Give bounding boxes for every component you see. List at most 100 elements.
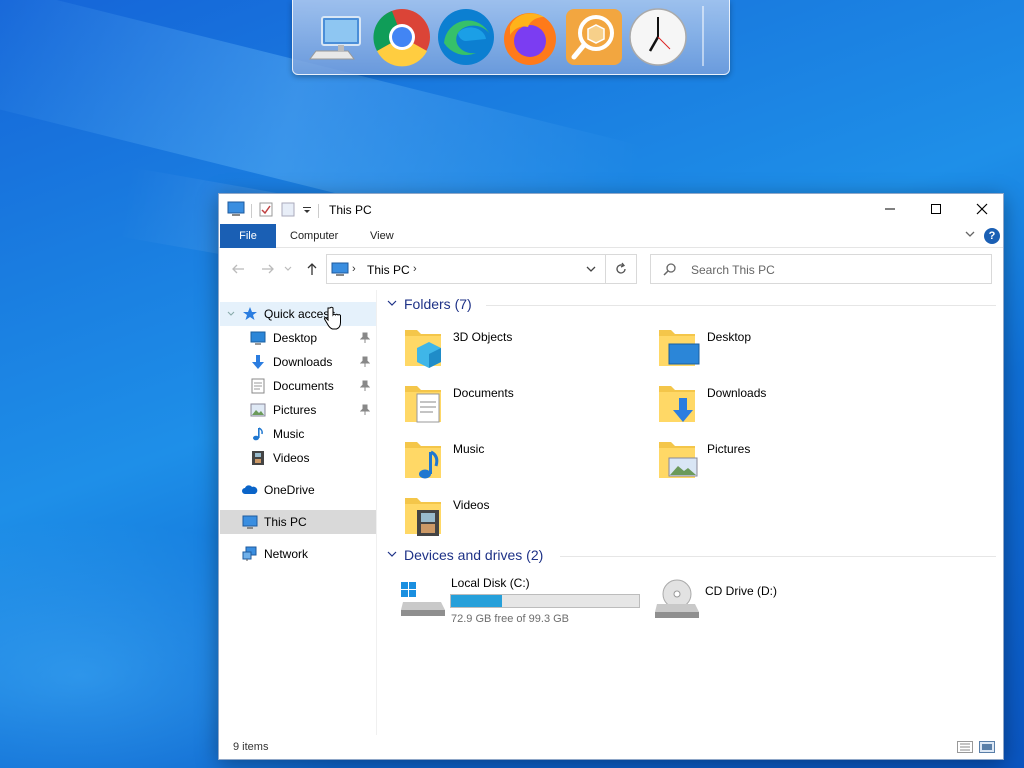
group-divider	[560, 556, 996, 557]
pin-icon[interactable]	[359, 380, 371, 395]
clock-dock-icon[interactable]	[627, 6, 689, 68]
navigation-pane: Quick access Desktop Downloads Documents	[219, 290, 377, 735]
picture-icon	[250, 402, 266, 418]
tab-file[interactable]: File	[220, 224, 276, 248]
folder-documents[interactable]: Documents	[403, 378, 643, 430]
tab-computer[interactable]: Computer	[290, 224, 338, 248]
this-pc-small-icon	[227, 201, 245, 220]
windows-drive-icon	[401, 576, 445, 624]
refresh-button[interactable]	[606, 254, 637, 284]
folder-videos[interactable]: Videos	[403, 490, 643, 542]
nav-label-onedrive: OneDrive	[264, 483, 315, 497]
nav-label-videos: Videos	[273, 451, 310, 465]
file-explorer-window: This PC File Computer View ? › This PC ›…	[218, 193, 1004, 760]
document-icon	[250, 378, 266, 394]
breadcrumb-this-pc[interactable]: This PC	[367, 263, 410, 277]
drive-cd-d[interactable]: CD Drive (D:)	[655, 576, 895, 620]
drive-name: CD Drive (D:)	[705, 584, 777, 598]
package-search-dock-icon[interactable]	[563, 6, 625, 68]
app-dock	[292, 0, 730, 75]
status-bar: 9 items	[219, 736, 1003, 760]
nav-label-network: Network	[264, 547, 309, 561]
folder-name: Music	[453, 442, 485, 456]
drive-usage-bar	[450, 594, 640, 608]
drive-name: Local Disk (C:)	[451, 576, 530, 590]
network-icon	[242, 546, 258, 562]
folder-name: Pictures	[707, 442, 751, 456]
large-icons-view-icon[interactable]	[979, 741, 995, 756]
nav-label-music: Music	[273, 427, 305, 441]
back-button[interactable]	[229, 261, 247, 277]
breadcrumb-separator[interactable]: ›	[352, 263, 356, 275]
nav-item-network[interactable]: Network	[220, 542, 376, 566]
folder-name: Videos	[453, 498, 490, 512]
folder-name: Desktop	[707, 330, 752, 344]
folder-downloads[interactable]: Downloads	[657, 378, 897, 430]
search-box[interactable]: Search This PC	[650, 254, 992, 284]
view-switcher	[957, 741, 995, 756]
folder-pictures[interactable]: Pictures	[657, 434, 897, 486]
group-divider	[486, 305, 996, 306]
nav-item-music[interactable]: Music	[220, 422, 376, 446]
group-header-folders[interactable]: Folders (7)	[386, 294, 996, 314]
desktop-icon	[250, 330, 266, 346]
star-icon	[242, 306, 258, 322]
customize-toolbar-chevron-icon[interactable]	[302, 204, 312, 218]
group-title-folders: Folders (7)	[404, 296, 472, 312]
nav-item-onedrive[interactable]: OneDrive	[220, 478, 376, 502]
breadcrumb-separator[interactable]: ›	[413, 263, 417, 275]
nav-item-desktop[interactable]: Desktop	[220, 326, 376, 350]
forward-button[interactable]	[259, 261, 277, 277]
folder-music[interactable]: Music	[403, 434, 643, 486]
help-icon[interactable]: ?	[984, 228, 1000, 244]
folder-desktop[interactable]: Desktop	[657, 322, 897, 374]
maximize-button[interactable]	[913, 194, 959, 224]
nav-item-pictures[interactable]: Pictures	[220, 398, 376, 422]
downloads-folder-icon	[657, 378, 701, 426]
drive-local-disk-c[interactable]: Local Disk (C:) 72.9 GB free of 99.3 GB	[401, 576, 641, 625]
collapse-chevron-icon[interactable]	[226, 308, 236, 322]
this-pc-nav-icon	[242, 514, 258, 530]
folder-name: Downloads	[707, 386, 767, 400]
film-icon	[250, 450, 266, 466]
nav-label-downloads: Downloads	[273, 355, 333, 369]
this-pc-dock-icon[interactable]	[307, 6, 369, 68]
music-note-icon	[250, 426, 266, 442]
close-button[interactable]	[959, 194, 1005, 224]
group-collapse-chevron-icon[interactable]	[386, 297, 398, 312]
quick-access-toolbar	[227, 201, 319, 220]
address-bar[interactable]: › This PC ›	[326, 254, 606, 284]
new-folder-icon[interactable]	[280, 201, 296, 220]
group-header-devices[interactable]: Devices and drives (2)	[386, 545, 996, 565]
folder-3d-objects[interactable]: 3D Objects	[403, 322, 643, 374]
nav-item-videos[interactable]: Videos	[220, 446, 376, 470]
nav-label-documents: Documents	[273, 379, 334, 393]
chrome-dock-icon[interactable]	[371, 6, 433, 68]
folder-name: 3D Objects	[453, 330, 513, 344]
details-view-icon[interactable]	[957, 741, 973, 756]
recent-locations-chevron-icon[interactable]	[283, 261, 293, 277]
cloud-icon	[242, 482, 258, 498]
up-button[interactable]	[303, 261, 321, 277]
nav-item-quick-access[interactable]: Quick access	[220, 302, 376, 326]
nav-item-this-pc[interactable]: This PC	[220, 510, 376, 534]
properties-icon[interactable]	[258, 201, 274, 220]
pin-icon[interactable]	[359, 356, 371, 371]
pin-icon[interactable]	[359, 332, 371, 347]
firefox-dock-icon[interactable]	[499, 6, 561, 68]
desktop-folder-icon	[657, 322, 701, 370]
pin-icon[interactable]	[359, 404, 371, 419]
search-icon	[663, 262, 677, 279]
nav-item-downloads[interactable]: Downloads	[220, 350, 376, 374]
edge-dock-icon[interactable]	[435, 6, 497, 68]
group-collapse-chevron-icon[interactable]	[386, 548, 398, 563]
nav-item-documents[interactable]: Documents	[220, 374, 376, 398]
tab-view[interactable]: View	[370, 224, 394, 248]
title-bar: This PC	[219, 194, 1003, 224]
address-dropdown-icon[interactable]	[585, 263, 597, 278]
expand-ribbon-chevron-icon[interactable]	[964, 228, 976, 243]
drive-free-space: 72.9 GB free of 99.3 GB	[451, 613, 570, 625]
minimize-button[interactable]	[867, 194, 913, 224]
group-title-devices: Devices and drives (2)	[404, 547, 544, 563]
download-arrow-icon	[250, 354, 266, 370]
